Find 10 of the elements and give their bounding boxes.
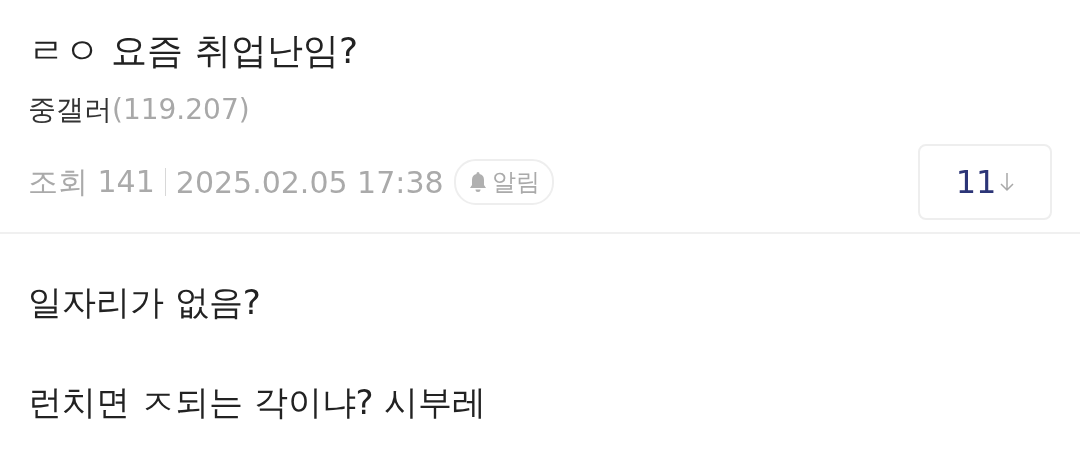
body-text: 런치면 ㅈ되는 각이냐? 시부레	[28, 381, 488, 424]
view-count: 조회 141	[28, 162, 155, 201]
body-text: 일자리가 없음?	[28, 281, 262, 324]
post-date: 2025.02.05 17:38	[175, 164, 444, 200]
comment-count-button[interactable]: 11	[918, 144, 1052, 220]
author-ip: (119.207)	[112, 93, 250, 126]
author-name[interactable]: 중갤러	[28, 93, 112, 126]
bell-icon	[467, 171, 488, 193]
arrow-down-icon	[1000, 172, 1015, 192]
post-title: ㄹㅇ 요즘 취업난임?	[28, 29, 359, 73]
